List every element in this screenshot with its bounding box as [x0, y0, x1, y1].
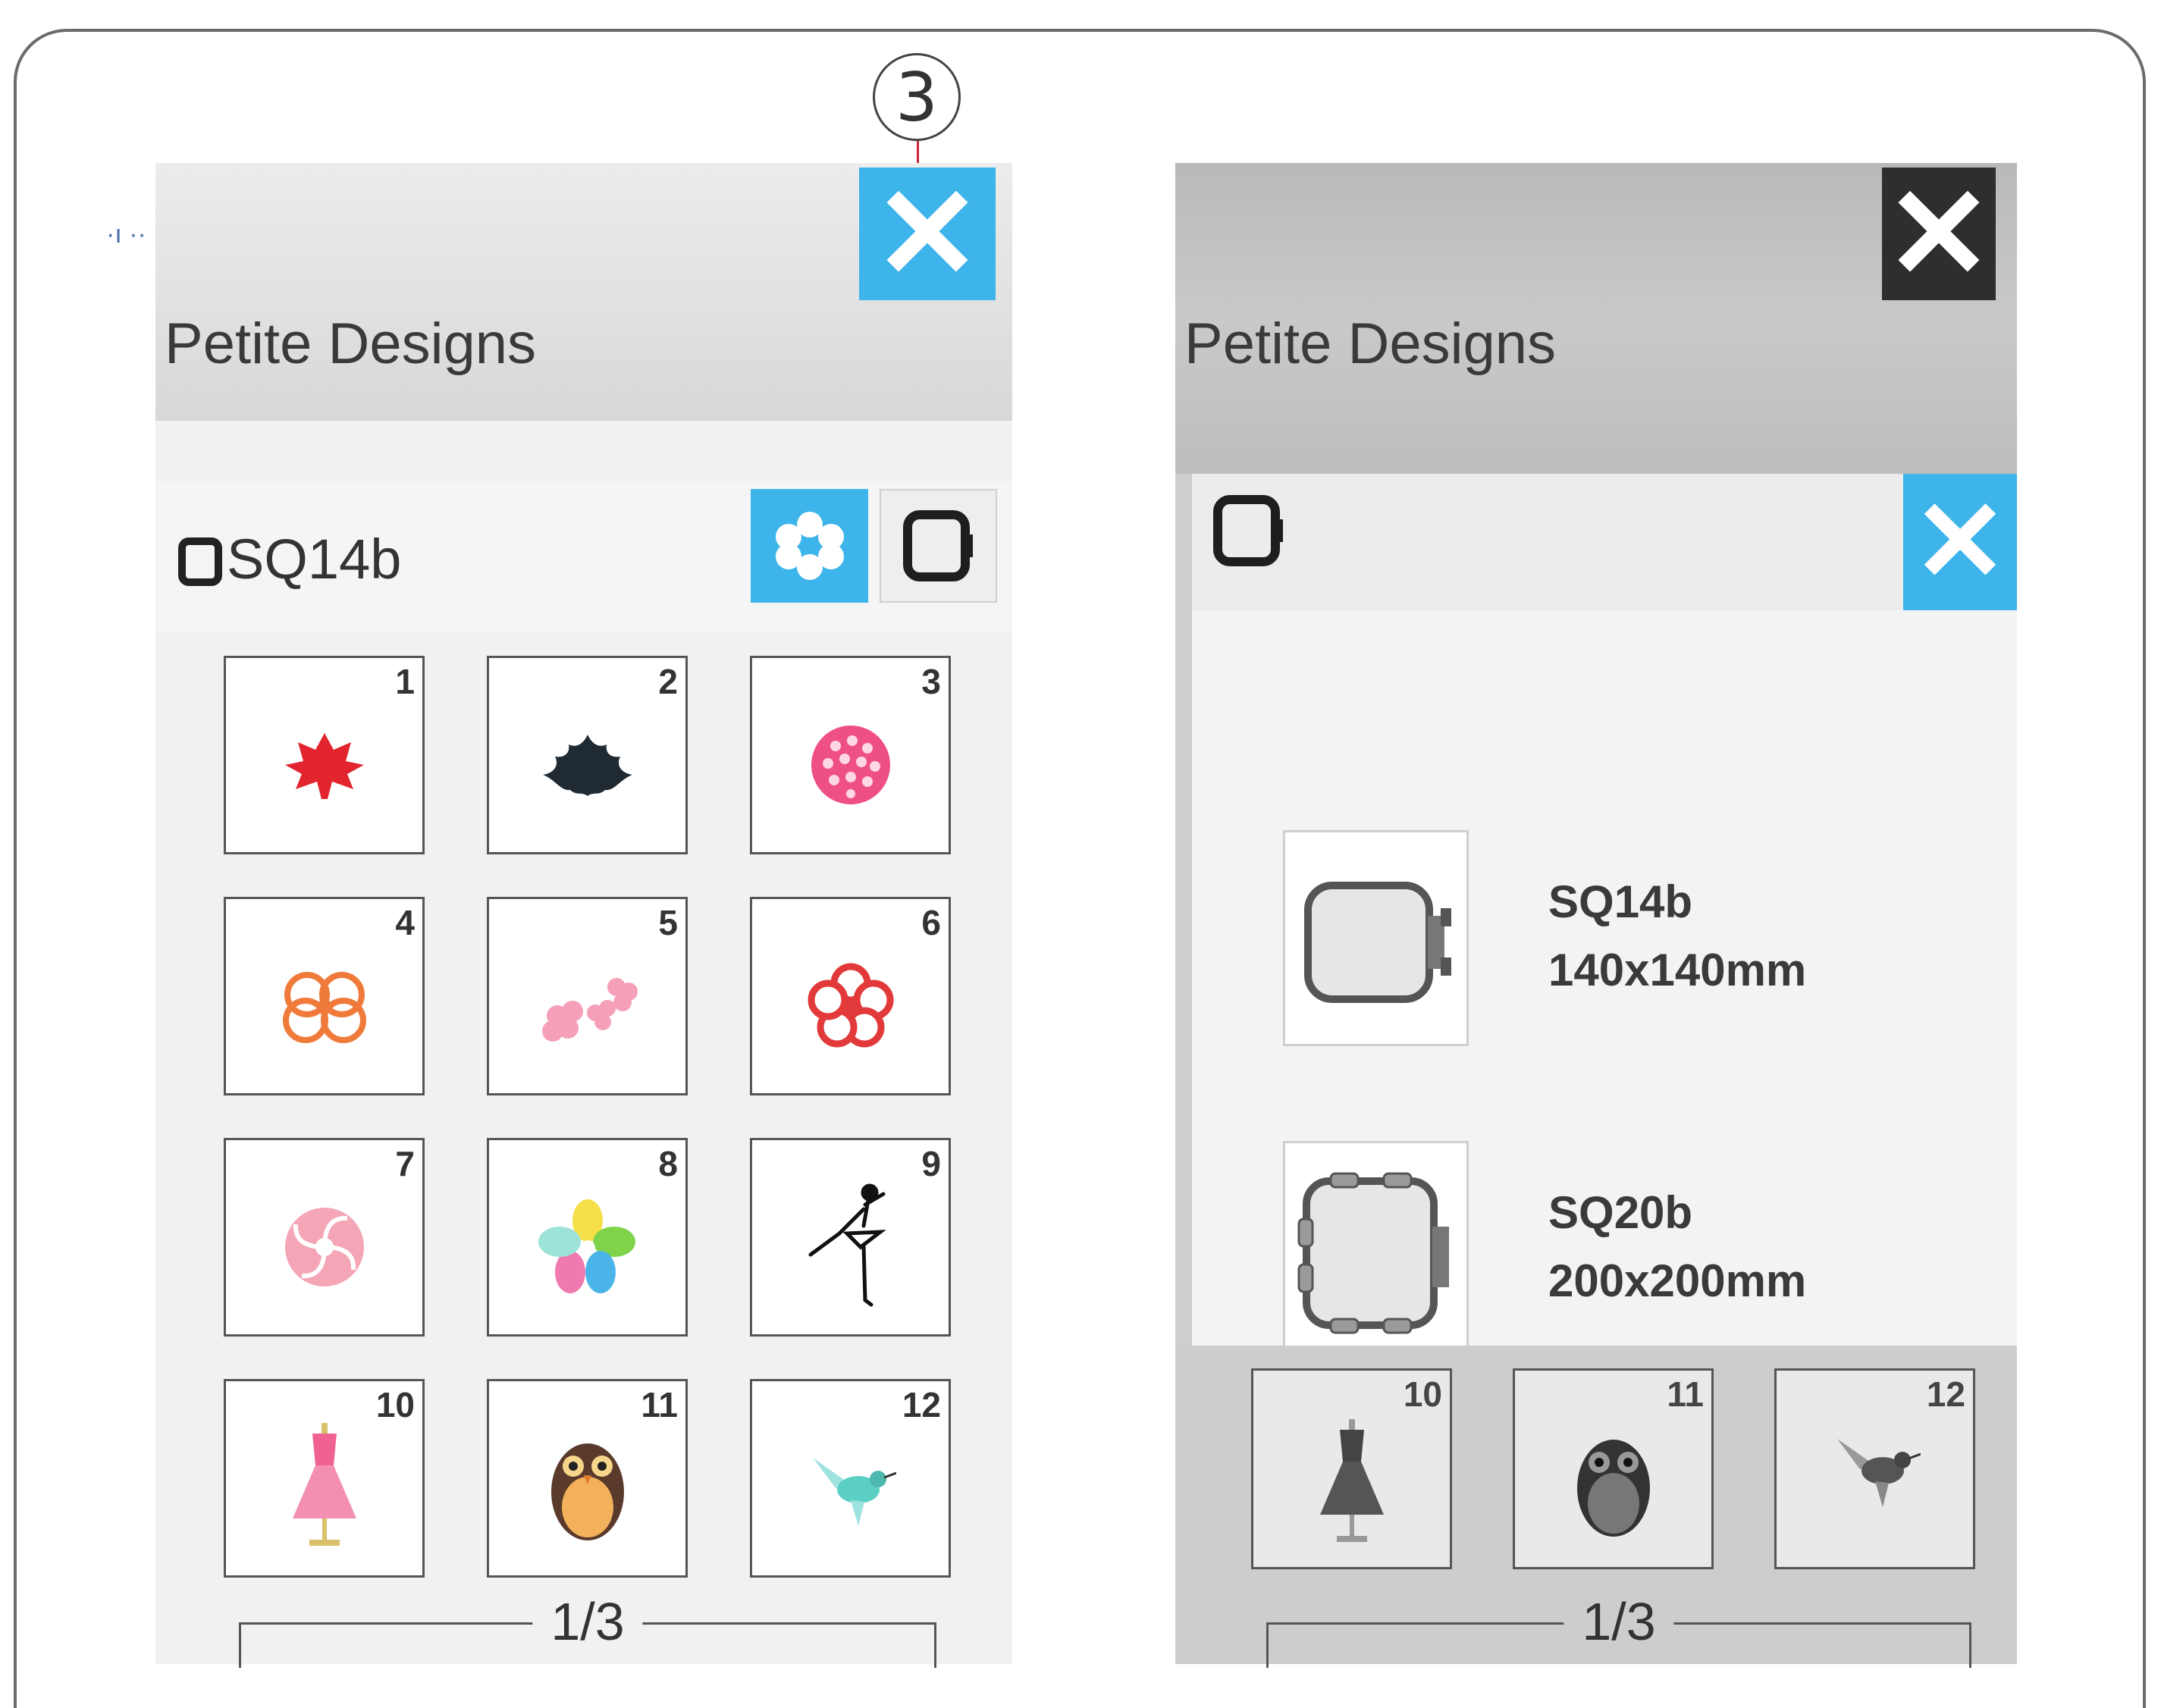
- design-selection-screen: Petite Designs ✕ SQ14b 1 2 3 4 5 6 7 8 9…: [155, 163, 1012, 1668]
- hoop-name-sq20b: SQ20b: [1548, 1187, 1693, 1238]
- title-bar-dimmed: Petite Designs ✕: [1175, 163, 2017, 474]
- hummingbird-icon: [812, 1457, 896, 1526]
- close-icon: ✕: [1884, 161, 1993, 306]
- design-cell-3[interactable]: 3: [750, 656, 951, 854]
- design-number: 1: [395, 662, 415, 701]
- hummingbird-icon: [1837, 1439, 1921, 1507]
- hibiscus-outline-icon: [282, 971, 366, 1043]
- design-number: 10: [375, 1385, 415, 1424]
- callout-number: 3: [873, 53, 961, 141]
- design-number: 6: [921, 903, 941, 942]
- owl-icon: [550, 1443, 624, 1540]
- hoop-option-sq20b[interactable]: [1283, 1141, 1469, 1357]
- hoop-selection-panel: ✕ SQ14b 140x140mm SQ20b 200x200mm: [1192, 474, 2017, 1357]
- flower-icon: [775, 512, 844, 580]
- design-number: 11: [641, 1385, 678, 1424]
- design-number: 12: [1926, 1374, 1965, 1414]
- owl-icon: [1577, 1440, 1650, 1537]
- hoop-panel-header: ✕: [1192, 474, 2017, 610]
- page-indicator: 1/3: [1266, 1591, 1971, 1668]
- hoop-indicator: SQ14b: [178, 527, 401, 591]
- maple-leaf-icon: [284, 732, 364, 799]
- ballerina-icon: [808, 1183, 886, 1307]
- close-button: ✕: [1882, 168, 1996, 300]
- design-cell-2[interactable]: 2: [487, 656, 688, 854]
- hoop-select-button[interactable]: [880, 489, 997, 603]
- design-cell-11[interactable]: 11: [487, 1379, 688, 1578]
- design-number: 11: [1667, 1374, 1704, 1414]
- hoop-sq14b-icon: [1304, 882, 1451, 1003]
- hoop-size-sq14b: 140x140mm: [1548, 945, 1807, 995]
- scan-artifact: ·ı ··: [106, 220, 146, 249]
- design-number: 12: [902, 1385, 941, 1424]
- dress-form-icon: [292, 1422, 356, 1546]
- design-cell-10[interactable]: 10: [224, 1379, 425, 1578]
- title-bar: Petite Designs ✕: [155, 163, 1012, 421]
- design-cell-1[interactable]: 1: [224, 656, 425, 854]
- design-cell-4[interactable]: 4: [224, 897, 425, 1095]
- pink-ball-icon: [811, 725, 890, 804]
- design-cell-6[interactable]: 6: [750, 897, 951, 1095]
- design-number: 7: [395, 1144, 415, 1183]
- design-number: 10: [1403, 1374, 1442, 1414]
- hoop-name-sq14b: SQ14b: [1548, 876, 1693, 927]
- design-number: 2: [658, 662, 678, 701]
- hoop-name: SQ14b: [227, 528, 402, 591]
- hoop-icon: [1213, 495, 1283, 566]
- page-title: Petite Designs: [165, 312, 537, 376]
- hoop-selection-screen: Petite Designs ✕ ✕ SQ14b 140x140mm SQ20b…: [1175, 163, 2017, 1668]
- design-cell-7[interactable]: 7: [224, 1138, 425, 1337]
- design-number: 9: [921, 1144, 941, 1183]
- dimmed-design-cell-12: 12: [1774, 1368, 1975, 1569]
- close-button[interactable]: ✕: [859, 168, 996, 300]
- hoop-panel-close-button[interactable]: ✕: [1903, 474, 2017, 610]
- red-flower-outline-icon: [808, 963, 893, 1048]
- design-number: 8: [658, 1144, 678, 1183]
- pinwheel-flower-icon: [538, 1199, 635, 1293]
- close-icon: ✕: [873, 161, 982, 306]
- page-number: 1/3: [1564, 1591, 1674, 1652]
- dimmed-design-cell-10: 10: [1251, 1368, 1452, 1569]
- design-cell-12[interactable]: 12: [750, 1379, 951, 1578]
- hoop-size-sq20b: 200x200mm: [1548, 1255, 1807, 1306]
- design-number: 5: [658, 903, 678, 942]
- hoop-sq20b-icon: [1297, 1172, 1449, 1334]
- design-view-button[interactable]: [751, 489, 868, 603]
- design-number: 4: [395, 903, 415, 942]
- design-cell-9[interactable]: 9: [750, 1138, 951, 1337]
- dimmed-design-cell-11: 11: [1513, 1368, 1714, 1569]
- design-number: 3: [921, 662, 941, 701]
- page-title: Petite Designs: [1184, 312, 1557, 376]
- pink-swirl-flower-icon: [284, 1207, 364, 1286]
- hoop-icon: [178, 537, 222, 586]
- page-indicator: 1/3: [239, 1591, 936, 1668]
- design-cell-8[interactable]: 8: [487, 1138, 688, 1337]
- page-number: 1/3: [532, 1591, 643, 1652]
- design-cell-5[interactable]: 5: [487, 897, 688, 1095]
- hoop-icon: [902, 510, 973, 581]
- hoop-option-sq14b[interactable]: [1283, 830, 1469, 1046]
- dress-form-icon: [1320, 1419, 1384, 1542]
- close-icon: ✕: [1912, 478, 2008, 605]
- ornament-icon: [542, 734, 632, 796]
- cherry-blossoms-icon: [541, 977, 638, 1042]
